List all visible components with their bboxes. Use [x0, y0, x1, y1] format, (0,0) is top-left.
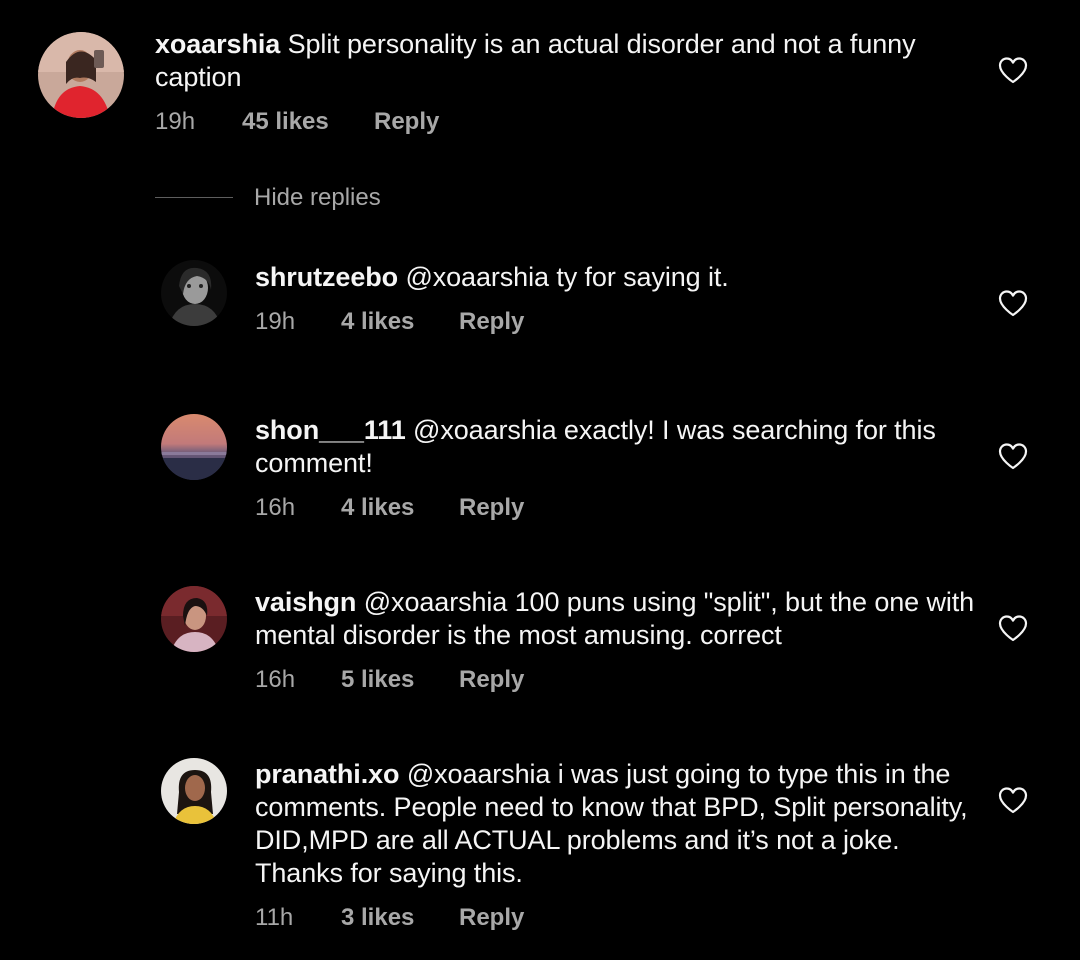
avatar[interactable]: [161, 260, 227, 326]
reply-button[interactable]: Reply: [459, 308, 524, 336]
comment-body: ty for saying it.: [556, 262, 729, 292]
mention-link[interactable]: @xoaarshia: [413, 415, 557, 445]
heart-outline-icon[interactable]: [997, 786, 1029, 814]
username[interactable]: pranathi.xo: [255, 759, 400, 789]
comment-text: xoaarshia Split personality is an actual…: [155, 28, 955, 94]
username[interactable]: vaishgn: [255, 587, 356, 617]
mention-link[interactable]: @xoaarshia: [407, 759, 551, 789]
avatar-photo: [161, 758, 227, 824]
likes-count[interactable]: 5 likes: [341, 666, 414, 694]
reply-button[interactable]: Reply: [459, 494, 524, 522]
comment-text: shon___111 @xoaarshia exactly! I was sea…: [255, 414, 975, 480]
avatar[interactable]: [161, 758, 227, 824]
hide-replies-label[interactable]: Hide replies: [254, 184, 381, 212]
username[interactable]: shon___111: [255, 415, 406, 445]
avatar-photo: [161, 586, 227, 652]
mention-link[interactable]: @xoaarshia: [405, 262, 549, 292]
heart-outline-icon[interactable]: [997, 56, 1029, 84]
avatar-photo: [161, 260, 227, 326]
timestamp: 19h: [255, 308, 296, 335]
timestamp: 19h: [155, 108, 196, 135]
avatar[interactable]: [161, 586, 227, 652]
likes-count[interactable]: 4 likes: [341, 308, 414, 336]
mention-link[interactable]: @xoaarshia: [364, 587, 508, 617]
likes-count[interactable]: 45 likes: [242, 108, 329, 136]
heart-outline-icon[interactable]: [997, 289, 1029, 317]
reply-button[interactable]: Reply: [459, 666, 524, 694]
comment-text: shrutzeebo @xoaarshia ty for saying it.: [255, 261, 975, 294]
heart-outline-icon[interactable]: [997, 614, 1029, 642]
reply-button[interactable]: Reply: [459, 904, 524, 932]
timestamp: 11h: [255, 904, 294, 931]
username[interactable]: shrutzeebo: [255, 262, 398, 292]
comment-text: pranathi.xo @xoaarshia i was just going …: [255, 758, 975, 890]
timestamp: 16h: [255, 666, 296, 693]
divider-line: [155, 197, 233, 198]
avatar-photo: [161, 414, 227, 480]
username[interactable]: xoaarshia: [155, 29, 280, 59]
reply-button[interactable]: Reply: [374, 108, 439, 136]
comment-text: vaishgn @xoaarshia 100 puns using "split…: [255, 586, 975, 652]
avatar[interactable]: [38, 32, 124, 118]
timestamp: 16h: [255, 494, 296, 521]
heart-outline-icon[interactable]: [997, 442, 1029, 470]
avatar-photo: [38, 32, 124, 118]
likes-count[interactable]: 3 likes: [341, 904, 414, 932]
likes-count[interactable]: 4 likes: [341, 494, 414, 522]
avatar[interactable]: [161, 414, 227, 480]
